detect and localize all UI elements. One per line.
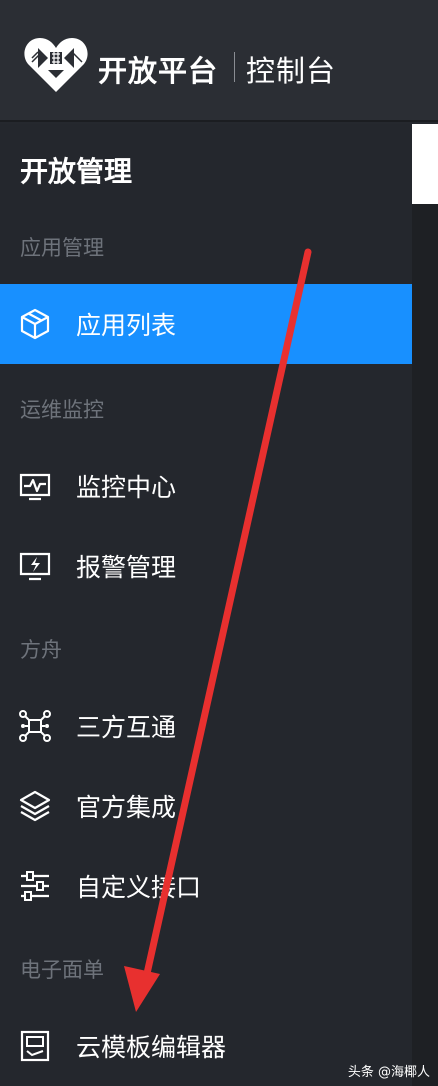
watermark: 头条 @海椰人 [347, 1065, 430, 1080]
group-label-ops-monitoring: 运维监控 [20, 398, 104, 422]
monitor-pulse-icon [18, 469, 52, 503]
cube-icon [18, 307, 52, 341]
group-label-e-waybill: 电子面单 [20, 958, 104, 982]
heart-logo-icon[interactable] [24, 36, 88, 94]
group-label-ark: 方舟 [20, 638, 62, 662]
top-header: 开放平台 控制台 [0, 0, 438, 122]
sidebar-item-app-list[interactable]: 应用列表 [0, 284, 412, 364]
brand-title[interactable]: 开放平台 [98, 48, 218, 90]
sidebar-item-label: 自定义接口 [76, 873, 202, 902]
sidebar-item-alert-management[interactable]: 报警管理 [0, 526, 412, 606]
sidebar-item-label: 云模板编辑器 [76, 1033, 227, 1062]
sliders-icon [18, 869, 52, 903]
sidebar-item-label: 报警管理 [76, 553, 177, 582]
sidebar-item-label: 三方互通 [76, 713, 177, 742]
console-page: 开放平台 控制台 开放管理 应用管理 应用列表 运维监控 监控中心 报警管理 方… [0, 0, 438, 1086]
sidebar-item-custom-api[interactable]: 自定义接口 [0, 846, 412, 926]
brand-divider [234, 52, 235, 82]
sidebar-item-label: 监控中心 [76, 473, 177, 502]
sidebar-item-monitor-center[interactable]: 监控中心 [0, 446, 412, 526]
alert-screen-icon [18, 549, 52, 583]
sidebar-item-third-party[interactable]: 三方互通 [0, 686, 412, 766]
template-icon [18, 1029, 52, 1063]
content-header-edge [412, 124, 438, 204]
sidebar-item-label: 官方集成 [76, 793, 177, 822]
content-edge [412, 124, 438, 1086]
console-subtitle: 控制台 [246, 54, 337, 88]
sidebar-item-official-integration[interactable]: 官方集成 [0, 766, 412, 846]
network-icon [18, 709, 52, 743]
layers-icon [18, 789, 52, 823]
sidebar: 开放管理 应用管理 应用列表 运维监控 监控中心 报警管理 方舟 三方互通 官方… [0, 124, 412, 1086]
group-label-app-management: 应用管理 [20, 236, 104, 260]
sidebar-title: 开放管理 [20, 155, 133, 188]
sidebar-item-label: 应用列表 [76, 311, 177, 340]
